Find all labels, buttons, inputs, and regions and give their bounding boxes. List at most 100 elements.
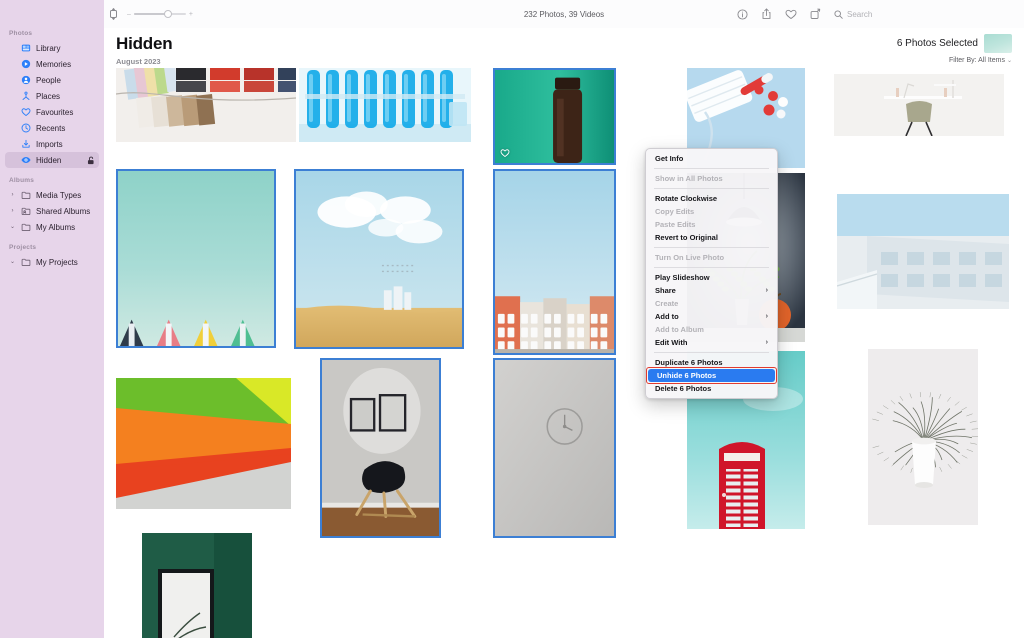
menu-item-turn-on-live-photo: Turn On Live Photo <box>646 251 777 264</box>
search-field[interactable] <box>834 9 1016 19</box>
menu-item-paste-edits: Paste Edits <box>646 218 777 231</box>
sidebar-item-label: Imports <box>36 139 63 149</box>
sidebar-item-label: Memories <box>36 59 72 69</box>
white-vase-plant-photo[interactable] <box>868 349 978 525</box>
photo-thumbnail <box>296 171 462 347</box>
sidebar-group-title: Photos <box>9 30 33 37</box>
rotate-icon[interactable] <box>810 8 821 20</box>
unlocked-padlock-icon[interactable] <box>87 156 95 165</box>
chevron-right-icon[interactable]: › <box>9 192 16 198</box>
menu-item-label: Play Slideshow <box>655 273 710 282</box>
menu-item-label: Rotate Clockwise <box>655 194 718 203</box>
memories-icon <box>21 59 31 69</box>
white-desk-chair-photo[interactable] <box>834 74 1004 136</box>
sidebar-toggle-icon[interactable] <box>108 8 119 20</box>
photo-thumbnail <box>142 533 252 638</box>
menu-separator <box>654 352 769 353</box>
sidebar-group-title: Albums <box>9 177 35 184</box>
sidebar-item-my-albums[interactable]: ⌄ My Albums <box>5 219 99 235</box>
sidebar-item-memories[interactable]: Memories <box>5 56 99 72</box>
people-icon <box>21 75 31 85</box>
sidebar-item-label: Hidden <box>36 155 62 165</box>
sidebar-item-places[interactable]: Places <box>5 88 99 104</box>
chevron-down-icon[interactable]: ⌄ <box>9 259 16 265</box>
photo-thumbnail <box>118 171 274 346</box>
import-icon <box>21 139 31 149</box>
menu-item-show-in-all-photos: Show in All Photos <box>646 172 777 185</box>
chevron-down-icon[interactable]: ⌄ <box>9 224 16 230</box>
menu-item-delete-6-photos[interactable]: Delete 6 Photos <box>646 382 777 395</box>
zoom-slider-track[interactable] <box>133 10 186 18</box>
sidebar-item-people[interactable]: People <box>5 72 99 88</box>
wheat-field-photo[interactable] <box>294 169 464 349</box>
menu-item-unhide-6-photos[interactable]: Unhide 6 Photos <box>648 369 775 382</box>
heart-icon <box>21 107 31 117</box>
sidebar-item-hidden[interactable]: Hidden <box>5 152 99 168</box>
green-bottle-photo[interactable] <box>493 68 616 165</box>
folder-icon <box>21 190 31 200</box>
heart-icon[interactable] <box>785 9 797 20</box>
sidebar-item-label: Shared Albums <box>36 206 91 216</box>
menu-separator <box>654 247 769 248</box>
blue-test-tubes-photo[interactable] <box>299 68 471 142</box>
grey-wall-photo[interactable] <box>493 358 616 538</box>
town-houses-photo[interactable] <box>493 169 616 355</box>
zoom-out-label[interactable]: – <box>127 11 131 18</box>
sidebar-item-label: Favourites <box>36 107 74 117</box>
photo-thumbnail <box>116 68 296 142</box>
menu-item-label: Paste Edits <box>655 220 696 229</box>
photo-thumbnail <box>116 378 291 509</box>
green-wall-frame-photo[interactable] <box>142 533 252 638</box>
sidebar-item-my-projects[interactable]: ⌄ My Projects <box>5 254 99 270</box>
selection-count-label: 6 Photos Selected <box>896 38 978 49</box>
sidebar-group-title: Projects <box>9 244 37 251</box>
sidebar-item-label: My Albums <box>36 222 76 232</box>
search-input[interactable] <box>847 9 1011 19</box>
info-icon[interactable] <box>737 8 748 20</box>
photos-app-window: Photos Library Memories People Places Favouri… <box>0 0 1024 638</box>
search-icon <box>834 9 843 19</box>
chevron-right-icon: › <box>765 287 768 294</box>
menu-item-get-info[interactable]: Get Info <box>646 152 777 165</box>
toolbar: – + 232 Photos, 39 Videos <box>104 0 1024 28</box>
menu-item-edit-with[interactable]: Edit With › <box>646 336 777 349</box>
sidebar-item-library[interactable]: Library <box>5 40 99 56</box>
sidebar-item-imports[interactable]: Imports <box>5 136 99 152</box>
sidebar: Photos Library Memories People Places Favouri… <box>0 0 104 638</box>
header-right: 6 Photos Selected Filter By: All Items ⌄ <box>897 34 1012 64</box>
photo-grid <box>104 68 1024 638</box>
menu-item-share[interactable]: Share › <box>646 284 777 297</box>
colour-swatches-photo[interactable] <box>116 68 296 142</box>
beach-huts-photo[interactable] <box>116 169 276 348</box>
toolbar-right <box>737 8 1024 20</box>
orange-geometry-photo[interactable] <box>116 378 291 509</box>
photo-thumbnail <box>495 70 614 163</box>
sidebar-item-favourites[interactable]: Favourites <box>5 104 99 120</box>
sidebar-group-projects: Projects ⌄ My Projects <box>0 244 104 270</box>
sidebar-item-shared-albums[interactable]: › Shared Albums <box>5 203 99 219</box>
sidebar-item-recents[interactable]: Recents <box>5 120 99 136</box>
menu-item-label: Show in All Photos <box>655 174 723 183</box>
menu-item-revert-to-original[interactable]: Revert to Original <box>646 231 777 244</box>
menu-separator <box>654 267 769 268</box>
glass-building-photo[interactable] <box>837 194 1009 309</box>
photo-thumbnail <box>868 349 978 525</box>
menu-item-label: Delete 6 Photos <box>655 384 712 393</box>
date-label: August 2023 <box>116 57 161 66</box>
sidebar-item-label: Media Types <box>36 190 82 200</box>
zoom-slider-knob[interactable] <box>163 10 172 18</box>
menu-item-play-slideshow[interactable]: Play Slideshow <box>646 271 777 284</box>
menu-item-add-to[interactable]: Add to › <box>646 310 777 323</box>
chevron-down-icon: ⌄ <box>1006 58 1012 64</box>
photo-thumbnail <box>299 68 471 142</box>
zoom-slider[interactable]: – + <box>127 10 193 18</box>
sidebar-item-media-types[interactable]: › Media Types <box>5 187 99 203</box>
chevron-right-icon[interactable]: › <box>9 208 16 214</box>
share-icon[interactable] <box>761 8 772 20</box>
shell-chair-photo[interactable] <box>320 358 441 538</box>
menu-item-rotate-clockwise[interactable]: Rotate Clockwise <box>646 192 777 205</box>
sidebar-group-photos: Photos Library Memories People Places Favouri… <box>0 30 104 168</box>
menu-item-duplicate-6-photos[interactable]: Duplicate 6 Photos <box>646 356 777 369</box>
zoom-in-label[interactable]: + <box>189 11 193 18</box>
filter-by-button[interactable]: Filter By: All Items ⌄ <box>897 57 1012 64</box>
